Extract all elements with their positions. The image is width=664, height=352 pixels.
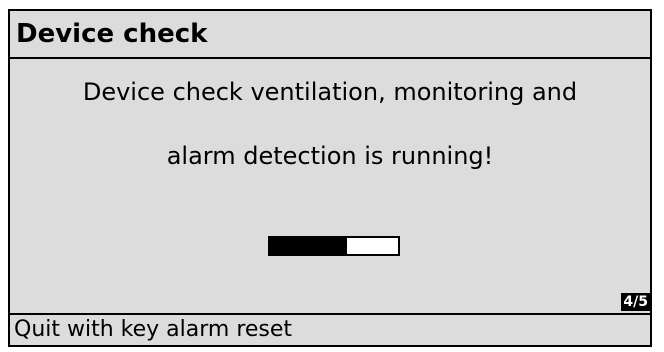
footer-hint: Quit with key alarm reset [14,317,293,342]
page-title: Device check [16,19,208,49]
page-indicator-badge: 4/5 [621,293,650,311]
progress-bar-fill [270,238,347,254]
status-message-line-1: Device check ventilation, monitoring and [82,78,578,106]
footer-divider [10,313,650,315]
progress-bar [268,236,400,256]
device-check-screen: Device check Device check ventilation, m… [8,9,652,347]
status-message-line-2: alarm detection is running! [166,142,494,170]
header-divider [10,57,650,59]
